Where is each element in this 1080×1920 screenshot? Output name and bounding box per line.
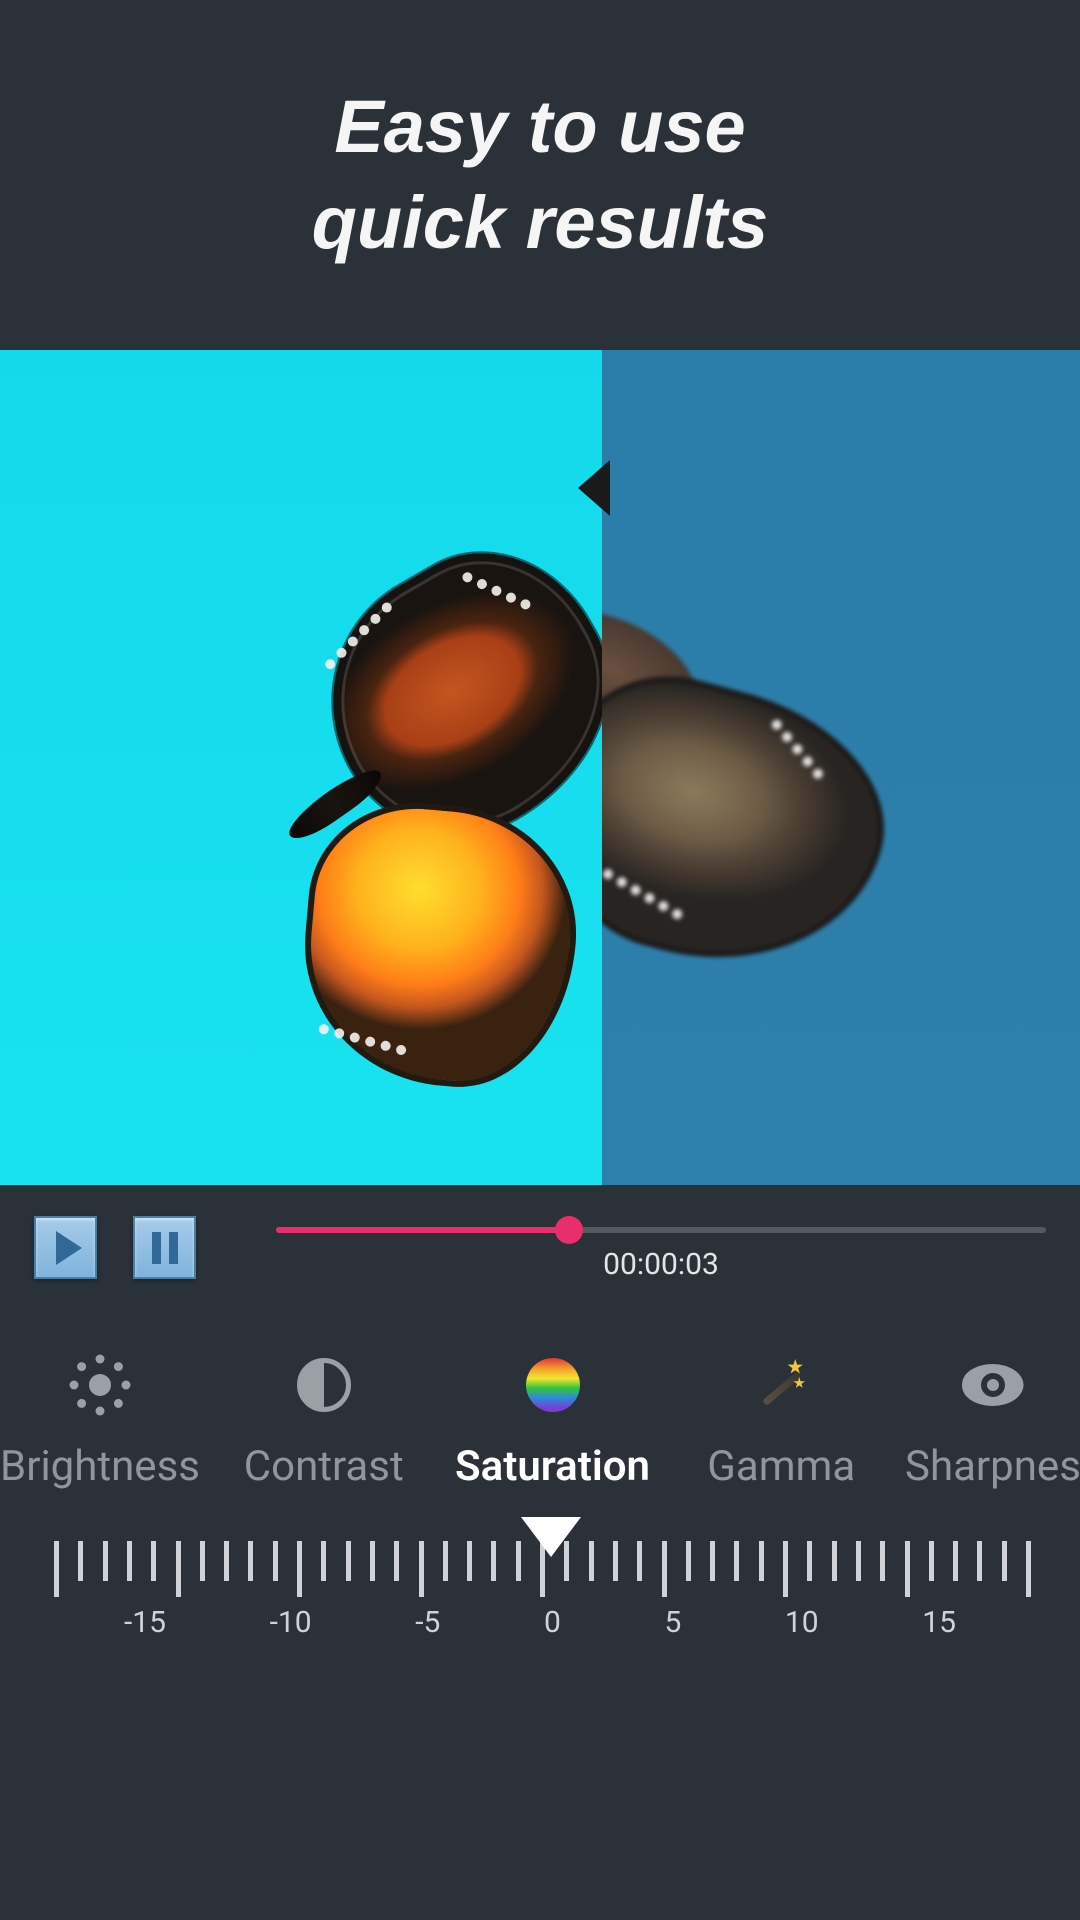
- ruler-tick: [977, 1541, 982, 1581]
- ruler-tick: [151, 1541, 156, 1581]
- tab-label: Saturation: [455, 1442, 650, 1491]
- ruler-tick: [491, 1541, 496, 1581]
- header-line-1: Easy to use: [334, 79, 745, 175]
- preview-before: [602, 350, 1080, 1185]
- ruler-tick: [759, 1541, 764, 1581]
- tab-sharpness[interactable]: Sharpness: [905, 1354, 1080, 1491]
- ruler-tick: [248, 1541, 253, 1581]
- promo-header: Easy to use quick results: [0, 0, 1080, 350]
- tab-gamma[interactable]: Gamma: [676, 1354, 886, 1491]
- ruler-pointer-icon[interactable]: [521, 1517, 581, 1557]
- ruler-tick: [200, 1541, 205, 1581]
- ruler-label: 5: [664, 1605, 681, 1640]
- gamma-icon: [750, 1354, 812, 1416]
- tab-brightness[interactable]: Brightness: [0, 1354, 200, 1491]
- preview-after: [0, 350, 602, 1185]
- ruler-tick: [856, 1541, 861, 1581]
- header-line-2: quick results: [312, 175, 769, 271]
- ruler-tick: [734, 1541, 739, 1581]
- ruler-tick: [662, 1541, 667, 1597]
- ruler-tick: [443, 1541, 448, 1581]
- ruler-label: -5: [415, 1605, 440, 1640]
- ruler-label: 10: [785, 1605, 819, 1640]
- timecode-label: 00:00:03: [603, 1247, 719, 1282]
- ruler-tick: [1026, 1541, 1031, 1597]
- butterfly-desaturated-image: [602, 650, 902, 1000]
- tab-label: Brightness: [0, 1442, 200, 1491]
- ruler-tick: [637, 1541, 642, 1581]
- ruler-tick: [346, 1541, 351, 1581]
- playback-thumb[interactable]: [555, 1216, 583, 1244]
- ruler-tick: [103, 1541, 108, 1581]
- play-icon: [56, 1231, 82, 1265]
- preview-comparison[interactable]: [0, 350, 1080, 1185]
- ruler-tick: [394, 1541, 399, 1581]
- butterfly-saturated-image: [210, 575, 602, 1005]
- ruler-tick: [419, 1541, 424, 1597]
- ruler-label: -15: [124, 1605, 166, 1640]
- playback-slider[interactable]: 00:00:03: [276, 1213, 1046, 1282]
- ruler-tick: [686, 1541, 691, 1581]
- ruler-tick: [613, 1541, 618, 1581]
- ruler-tick: [832, 1541, 837, 1581]
- play-button[interactable]: [34, 1216, 97, 1279]
- ruler-tick: [905, 1541, 910, 1597]
- brightness-icon: [69, 1354, 131, 1416]
- ruler-tick: [321, 1541, 326, 1581]
- adjustment-tabs: Brightness Contrast Saturation Gamma Sha…: [0, 1304, 1080, 1521]
- ruler-tick: [1002, 1541, 1007, 1581]
- ruler-tick: [880, 1541, 885, 1581]
- pause-button[interactable]: [133, 1216, 196, 1279]
- compare-divider-handle-icon[interactable]: [578, 460, 610, 516]
- tab-saturation[interactable]: Saturation: [448, 1354, 658, 1491]
- ruler-tick: [297, 1541, 302, 1597]
- tab-label: Sharpness: [905, 1442, 1080, 1491]
- ruler-tick: [176, 1541, 181, 1597]
- tab-contrast[interactable]: Contrast: [219, 1354, 429, 1491]
- tab-label: Gamma: [707, 1442, 855, 1491]
- ruler-tick: [224, 1541, 229, 1581]
- playback-controls: 00:00:03: [0, 1185, 1080, 1304]
- ruler-tick: [953, 1541, 958, 1581]
- ruler-tick: [589, 1541, 594, 1581]
- pause-icon: [152, 1232, 178, 1264]
- ruler-tick: [783, 1541, 788, 1597]
- ruler-tick: [127, 1541, 132, 1581]
- ruler-label: 15: [922, 1605, 956, 1640]
- ruler-tick: [710, 1541, 715, 1581]
- saturation-icon: [522, 1354, 584, 1416]
- ruler-tick: [929, 1541, 934, 1581]
- ruler-label: 0: [544, 1605, 561, 1640]
- ruler-tick: [273, 1541, 278, 1581]
- playback-progress-fill: [276, 1227, 569, 1233]
- tab-label: Contrast: [244, 1442, 404, 1491]
- ruler-label: -10: [270, 1605, 312, 1640]
- ruler-tick: [54, 1541, 59, 1597]
- sharpness-icon: [962, 1354, 1024, 1416]
- ruler-tick: [467, 1541, 472, 1581]
- contrast-icon: [293, 1354, 355, 1416]
- ruler-tick: [370, 1541, 375, 1581]
- ruler-tick: [807, 1541, 812, 1581]
- value-ruler[interactable]: -15 -10 -5 0 5 10 15: [0, 1521, 1080, 1640]
- ruler-tick: [78, 1541, 83, 1581]
